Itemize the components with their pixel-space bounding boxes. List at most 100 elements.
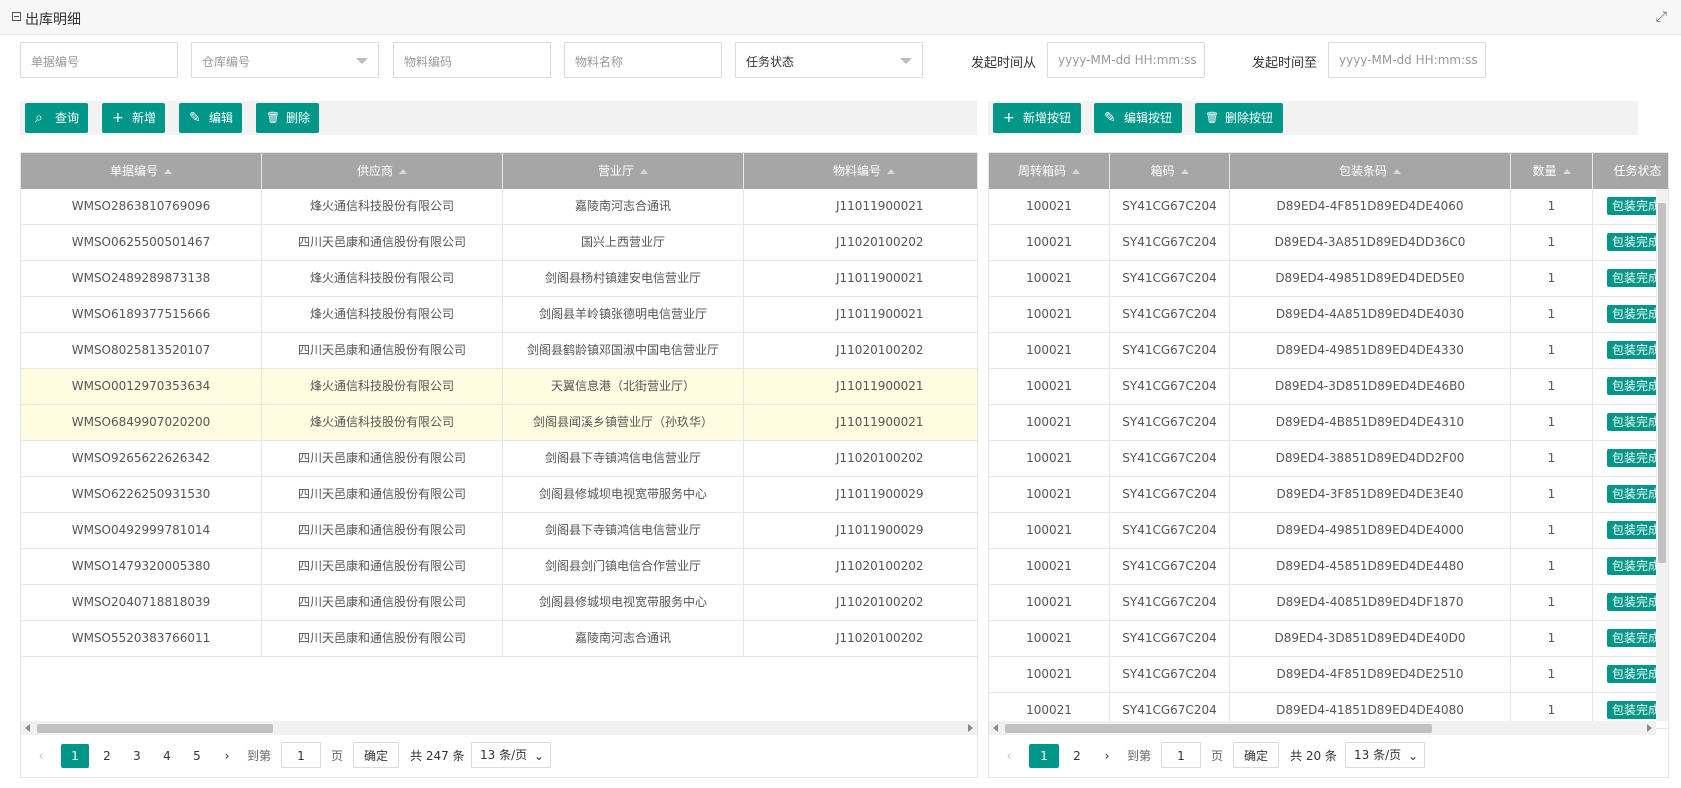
edit-item-button[interactable]: ✎ 编辑按钮 [1094, 103, 1182, 133]
material-name-input[interactable]: 物料名称 [564, 42, 722, 78]
column-header-task-status[interactable]: 任务状态 [1593, 153, 1668, 189]
edit-button[interactable]: ✎ 编辑 [179, 103, 242, 133]
table-row[interactable]: 100021 SY41CG67C204 D89ED4-49851D89ED4DE40… [989, 513, 1668, 549]
add-item-button[interactable]: + 新增按钮 [993, 103, 1081, 133]
cell-package-barcode: D89ED4-4A851D89ED4DE4030 [1230, 297, 1511, 332]
table-row[interactable]: 100021 SY41CG67C204 D89ED4-4F851D89ED4DE40… [989, 189, 1668, 225]
table-row[interactable]: 100021 SY41CG67C204 D89ED4-4A851D89ED4DE40… [989, 297, 1668, 333]
page-size-select[interactable]: 13 条/页 ⌄ [471, 742, 551, 768]
page-button[interactable]: 2 [95, 744, 119, 768]
sort-icon[interactable] [164, 169, 172, 174]
sort-icon[interactable] [1562, 169, 1571, 174]
sort-icon[interactable] [887, 169, 895, 174]
column-header-doc-no[interactable]: 单据编号 [21, 153, 262, 189]
doc-no-input[interactable]: 单据编号 [20, 42, 178, 78]
page-button[interactable]: 3 [125, 744, 149, 768]
column-header-box-code[interactable]: 箱码 [1110, 153, 1230, 189]
page-button[interactable]: 1 [61, 744, 89, 768]
table-row[interactable]: WMSO8025813520107 四川天邑康和通信股份有限公司 剑阁县鹤龄镇邓国淑… [21, 333, 977, 369]
table-row[interactable]: 100021 SY41CG67C204 D89ED4-45851D89ED4DE44… [989, 549, 1668, 585]
scroll-left-icon[interactable] [993, 724, 998, 732]
table-row[interactable]: 100021 SY41CG67C204 D89ED4-49851D89ED4DE43… [989, 333, 1668, 369]
column-header-store[interactable]: 营业厅 [503, 153, 744, 189]
table-row[interactable]: WMSO9265622626342 四川天邑康和通信股份有限公司 剑阁县下寺镇鸿信电… [21, 441, 977, 477]
scrollbar-thumb[interactable] [37, 724, 273, 733]
page-button[interactable]: 4 [155, 744, 179, 768]
vertical-scrollbar[interactable] [1656, 189, 1668, 721]
table-row[interactable]: WMSO0492999781014 四川天邑康和通信股份有限公司 剑阁县下寺镇鸿信电… [21, 513, 977, 549]
scroll-left-icon[interactable] [25, 724, 30, 732]
column-header-quantity[interactable]: 数量 [1511, 153, 1593, 189]
material-code-input[interactable]: 物料编码 [393, 42, 551, 78]
table-row[interactable]: 100021 SY41CG67C204 D89ED4-38851D89ED4DD2F… [989, 441, 1668, 477]
table-row[interactable]: 100021 SY41CG67C204 D89ED4-3A851D89ED4DD36… [989, 225, 1668, 261]
cell-material-no: J11020100202 [744, 333, 977, 368]
goto-confirm-button[interactable]: 确定 [1233, 742, 1279, 768]
table-row[interactable]: WMSO2863810769096 烽火通信科技股份有限公司 嘉陵南河志合通讯 J11… [21, 189, 977, 225]
next-page-button[interactable]: › [1097, 744, 1117, 768]
sort-icon[interactable] [1072, 169, 1080, 174]
start-from-input[interactable]: yyyy-MM-dd HH:mm:ss [1047, 42, 1205, 78]
column-header-supplier[interactable]: 供应商 [262, 153, 503, 189]
task-status-select[interactable]: 任务状态 [735, 42, 923, 78]
table-row[interactable]: 100021 SY41CG67C204 D89ED4-3D851D89ED4DE40… [989, 621, 1668, 657]
table-row[interactable]: 100021 SY41CG67C204 D89ED4-3D851D89ED4DE46… [989, 369, 1668, 405]
warehouse-select[interactable]: 仓库编号 [191, 42, 379, 78]
table-row[interactable]: 100021 SY41CG67C204 D89ED4-49851D89ED4DED5… [989, 261, 1668, 297]
table-row[interactable]: 100021 SY41CG67C204 D89ED4-4B851D89ED4DE43… [989, 405, 1668, 441]
table-row[interactable]: WMSO0625500501467 四川天邑康和通信股份有限公司 国兴上西营业厅 J1… [21, 225, 977, 261]
cell-tote-code: 100021 [989, 189, 1110, 224]
column-header-tote-code[interactable]: 周转箱码 [989, 153, 1110, 189]
cell-box-code: SY41CG67C204 [1110, 333, 1230, 368]
page-button[interactable]: 2 [1065, 744, 1089, 768]
goto-page-input[interactable]: 1 [1161, 742, 1201, 768]
horizontal-scrollbar[interactable] [21, 721, 977, 735]
table-row[interactable]: 100021 SY41CG67C204 D89ED4-4F851D89ED4DE25… [989, 657, 1668, 693]
table-row[interactable]: 100021 SY41CG67C204 D89ED4-40851D89ED4DF18… [989, 585, 1668, 621]
table-row[interactable]: WMSO6849907020200 烽火通信科技股份有限公司 剑阁县闻溪乡镇营业厅（… [21, 405, 977, 441]
sort-icon[interactable] [399, 169, 407, 174]
goto-page-input[interactable]: 1 [281, 742, 321, 768]
cell-box-code: SY41CG67C204 [1110, 585, 1230, 620]
table-row[interactable]: WMSO5520383766011 四川天邑康和通信股份有限公司 嘉陵南河志合通讯 J… [21, 621, 977, 657]
page-button[interactable]: 1 [1029, 744, 1059, 768]
cell-store: 嘉陵南河志合通讯 [503, 189, 744, 224]
page-size-select[interactable]: 13 条/页 ⌄ [1345, 742, 1425, 768]
goto-confirm-button[interactable]: 确定 [353, 742, 399, 768]
table-row[interactable]: WMSO6226250931530 四川天邑康和通信股份有限公司 剑阁县修城坝电视宽… [21, 477, 977, 513]
table-row[interactable]: WMSO2489289873138 烽火通信科技股份有限公司 剑阁县杨村镇建安电信营… [21, 261, 977, 297]
table-row[interactable]: WMSO2040718818039 四川天邑康和通信股份有限公司 剑阁县修城坝电视宽… [21, 585, 977, 621]
sort-icon[interactable] [640, 169, 648, 174]
add-button[interactable]: + 新增 [102, 103, 165, 133]
column-header-material-no[interactable]: 物料编号 [744, 153, 977, 189]
prev-page-button[interactable]: ‹ [999, 744, 1019, 768]
cell-box-code: SY41CG67C204 [1110, 405, 1230, 440]
cell-doc-no: WMSO2489289873138 [21, 261, 262, 296]
column-header-package-barcode[interactable]: 包装条码 [1230, 153, 1511, 189]
table-row[interactable]: WMSO0012970353634 烽火通信科技股份有限公司 天翼信息港（北街营业厅… [21, 369, 977, 405]
cell-box-code: SY41CG67C204 [1110, 621, 1230, 656]
page-button[interactable]: 5 [185, 744, 209, 768]
table-row[interactable]: WMSO6189377515666 烽火通信科技股份有限公司 剑阁县羊岭镇张德明电信… [21, 297, 977, 333]
table-row[interactable]: WMSO1479320005380 四川天邑康和通信股份有限公司 剑阁县剑门镇电信合… [21, 549, 977, 585]
scroll-right-icon[interactable] [968, 724, 973, 732]
next-page-button[interactable]: › [217, 744, 237, 768]
horizontal-scrollbar[interactable] [989, 721, 1656, 735]
start-to-input[interactable]: yyyy-MM-dd HH:mm:ss [1328, 42, 1486, 78]
collapse-icon[interactable] [12, 12, 21, 21]
cell-package-barcode: D89ED4-4F851D89ED4DE2510 [1230, 657, 1511, 692]
prev-page-button[interactable]: ‹ [31, 744, 51, 768]
scrollbar-thumb[interactable] [1005, 724, 1432, 733]
cell-doc-no: WMSO0492999781014 [21, 513, 262, 548]
cell-store: 剑阁县杨村镇建安电信营业厅 [503, 261, 744, 296]
cell-tote-code: 100021 [989, 621, 1110, 656]
sort-icon[interactable] [1393, 169, 1401, 174]
scroll-right-icon[interactable] [1647, 724, 1652, 732]
sort-icon[interactable] [1180, 169, 1189, 174]
query-button[interactable]: ⌕ 查询 [25, 103, 88, 133]
table-row[interactable]: 100021 SY41CG67C204 D89ED4-3F851D89ED4DE3E… [989, 477, 1668, 513]
delete-button[interactable]: 🗑 删除 [256, 103, 319, 133]
fullscreen-icon[interactable]: ⤢ [1656, 9, 1667, 25]
delete-item-button[interactable]: 🗑 删除按钮 [1195, 103, 1283, 133]
scrollbar-thumb[interactable] [1658, 203, 1666, 563]
